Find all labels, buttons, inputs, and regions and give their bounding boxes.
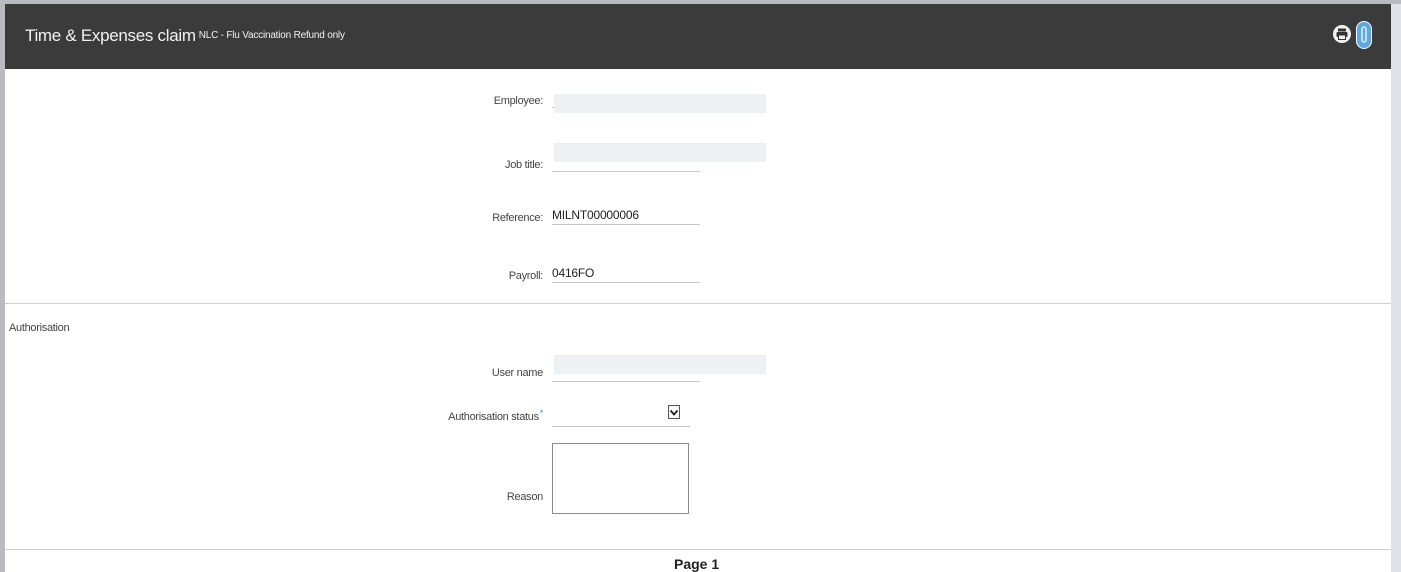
title-text: Time & Expenses claim (25, 26, 196, 45)
claim-form-window: Time & Expenses claim NLC - Flu Vaccinati… (5, 4, 1391, 572)
page-number-label: Page 1 (674, 556, 720, 572)
reference-field: MILNT00000006 (552, 206, 700, 225)
reference-label: Reference: (492, 212, 543, 224)
user-name-redaction (554, 355, 766, 374)
user-name-label: User name (491, 367, 543, 379)
required-marker: * (539, 408, 544, 418)
page-divider (5, 549, 1391, 550)
scrollbar[interactable] (1391, 4, 1401, 572)
attachment-icon[interactable] (1356, 21, 1372, 49)
print-icon[interactable] (1333, 25, 1351, 43)
job-title-label: Job title: (505, 159, 543, 171)
payroll-label: Payroll: (508, 270, 544, 282)
reason-textarea[interactable] (552, 443, 689, 514)
employee-label: Employee: (493, 95, 544, 107)
subtitle-text: NLC - Flu Vaccination Refund only (198, 30, 345, 41)
authorisation-section-label: Authorisation (9, 322, 70, 334)
authorisation-status-label: Authorisation status* (448, 408, 543, 423)
employee-redaction (554, 94, 766, 113)
payroll-field: 0416FO (552, 264, 700, 283)
chevron-down-icon[interactable] (668, 405, 680, 419)
authorisation-status-text: Authorisation status (448, 411, 539, 423)
section-divider (5, 303, 1391, 304)
page-title: Time & Expenses claim NLC - Flu Vaccinati… (25, 26, 345, 46)
reason-label: Reason (506, 491, 543, 503)
job-title-redaction (554, 143, 766, 162)
header-bar: Time & Expenses claim NLC - Flu Vaccinati… (5, 4, 1391, 69)
authorisation-status-dropdown[interactable] (552, 402, 690, 427)
